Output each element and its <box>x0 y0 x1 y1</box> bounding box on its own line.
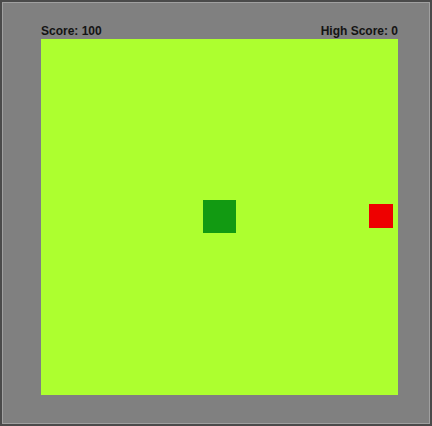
high-score-label: High Score: 0 <box>321 24 398 38</box>
game-window: Score: 100 High Score: 0 <box>0 0 432 426</box>
game-board[interactable] <box>41 39 398 395</box>
score-bar: Score: 100 High Score: 0 <box>41 2 398 39</box>
snake-piece <box>203 200 236 233</box>
score-label: Score: 100 <box>41 24 102 38</box>
food-piece <box>369 204 393 228</box>
